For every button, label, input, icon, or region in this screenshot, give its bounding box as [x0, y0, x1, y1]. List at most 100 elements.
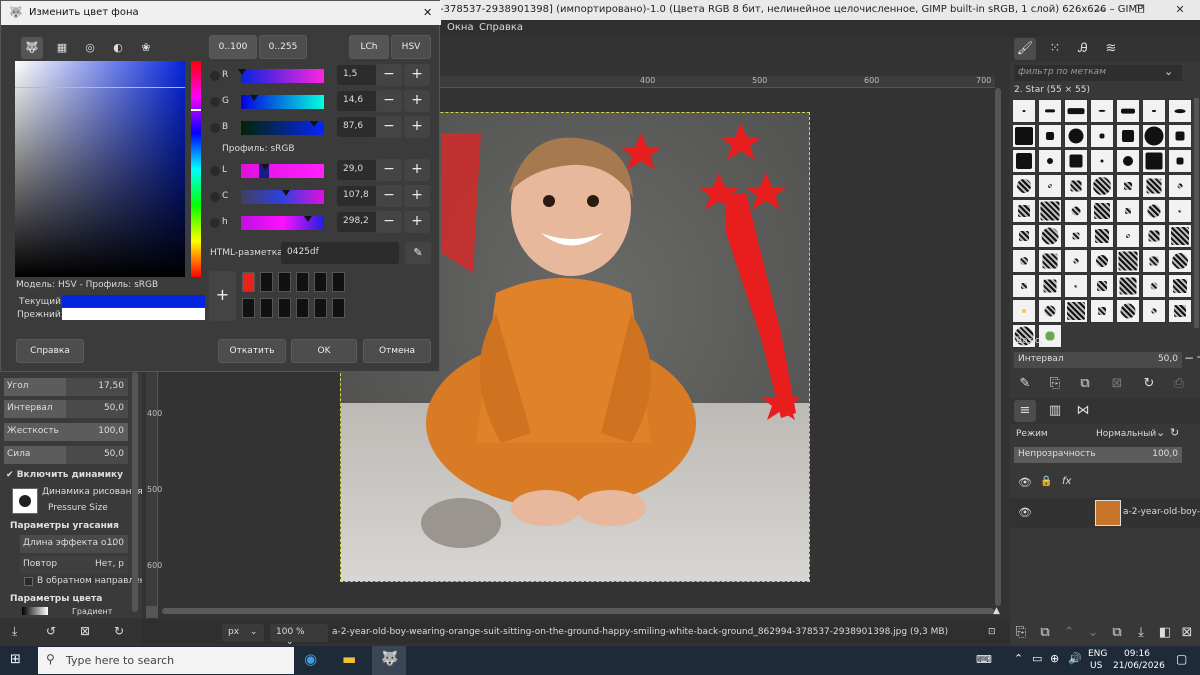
brush-thumbnail[interactable]	[1090, 99, 1114, 123]
c-increase-button[interactable]: +	[404, 185, 430, 207]
dynamics-preview-icon[interactable]	[12, 488, 38, 514]
minimize-button[interactable]: —	[1080, 0, 1120, 20]
windows-start-icon[interactable]: ⊞	[10, 652, 21, 667]
delete-layer-icon[interactable]: ⊠	[1176, 622, 1198, 644]
refresh-brushes-icon[interactable]: ↻	[1138, 373, 1160, 395]
brush-thumbnail[interactable]	[1116, 299, 1140, 323]
brush-thumbnail[interactable]	[1168, 199, 1192, 223]
zoom-select[interactable]: 100 % ⌄	[270, 624, 328, 647]
b-slider[interactable]	[241, 121, 324, 135]
notifications-icon[interactable]: ▢	[1176, 652, 1187, 666]
volume-icon[interactable]: 🔊	[1068, 652, 1082, 665]
dynamics-value[interactable]: Pressure Size	[48, 503, 108, 513]
brush-thumbnail[interactable]	[1090, 224, 1114, 248]
brush-thumbnail[interactable]	[1090, 249, 1114, 273]
history-swatch[interactable]	[278, 272, 291, 292]
brush-thumbnail[interactable]	[1012, 249, 1036, 273]
history-swatch[interactable]	[296, 272, 309, 292]
brush-thumbnail[interactable]	[1012, 124, 1036, 148]
patterns-tab-icon[interactable]: ⁙	[1044, 38, 1066, 60]
brush-thumbnail[interactable]	[1012, 149, 1036, 173]
navigate-icon[interactable]: ▲	[993, 606, 1003, 616]
taskbar-search[interactable]: ⚲ Type here to search	[38, 647, 294, 674]
history-swatch[interactable]	[332, 272, 345, 292]
history-swatch[interactable]	[314, 272, 327, 292]
reverse-checkbox[interactable]	[24, 577, 33, 586]
history-swatch[interactable]	[278, 298, 291, 318]
hsv-button[interactable]: HSV	[391, 35, 431, 59]
history-swatch[interactable]	[242, 298, 255, 318]
brush-thumbnail[interactable]	[1064, 274, 1088, 298]
g-slider[interactable]	[241, 95, 324, 109]
brush-thumbnail[interactable]	[1012, 224, 1036, 248]
r-value-field[interactable]: 1,5	[337, 65, 377, 85]
brush-thumbnail[interactable]	[1064, 174, 1088, 198]
brush-thumbnail[interactable]	[1142, 124, 1166, 148]
hue-strip[interactable]	[191, 61, 201, 277]
brush-thumbnail[interactable]	[1116, 274, 1140, 298]
interval-slider[interactable]: Интервал 50,0	[4, 400, 128, 418]
brush-thumbnail[interactable]	[1038, 174, 1062, 198]
channels-tab-icon[interactable]: ▥	[1044, 400, 1066, 422]
brush-thumbnail[interactable]	[1142, 174, 1166, 198]
brush-thumbnail[interactable]	[1038, 249, 1062, 273]
paths-tab-icon[interactable]: ⋈	[1072, 400, 1094, 422]
fade-length-field[interactable]: Длина эффекта о... 100	[20, 535, 128, 553]
increase-interval-icon[interactable]: +	[1196, 350, 1200, 364]
status-close-icon[interactable]: ⊡	[988, 627, 996, 637]
range-0-100-button[interactable]: 0..100	[209, 35, 257, 59]
delete-brush-icon[interactable]: ⊠	[1106, 373, 1128, 395]
brush-thumbnail[interactable]	[1142, 199, 1166, 223]
palette-tab-icon[interactable]: ❀	[135, 37, 157, 59]
r-radio[interactable]	[210, 71, 220, 81]
brush-thumbnail[interactable]	[1116, 249, 1140, 273]
brush-thumbnail[interactable]	[1064, 199, 1088, 223]
brush-thumbnail[interactable]	[1090, 174, 1114, 198]
force-slider[interactable]: Сила 50,0	[4, 446, 128, 464]
brush-thumbnail[interactable]	[1142, 224, 1166, 248]
delete-options-icon[interactable]: ⊠	[80, 624, 90, 638]
mode-select[interactable]: Нормальный	[1096, 429, 1156, 439]
brush-thumbnail[interactable]	[1168, 274, 1192, 298]
lock-icon[interactable]: 🔒	[1040, 476, 1052, 487]
brush-thumbnail[interactable]	[1116, 224, 1140, 248]
quick-mask-toggle[interactable]	[146, 606, 158, 618]
new-brush-icon[interactable]: ⎘	[1044, 373, 1066, 395]
l-increase-button[interactable]: +	[404, 159, 430, 181]
g-value-field[interactable]: 14,6	[337, 91, 377, 111]
tray-expand-icon[interactable]: ⌃	[1014, 652, 1023, 665]
help-button[interactable]: Справка	[16, 339, 84, 363]
c-decrease-button[interactable]: −	[376, 185, 402, 207]
brush-thumbnail[interactable]	[1116, 174, 1140, 198]
l-radio[interactable]	[210, 166, 220, 176]
brush-thumbnail[interactable]	[1168, 99, 1192, 123]
network-icon[interactable]: ⊕	[1050, 652, 1059, 665]
brush-thumbnail[interactable]	[1038, 149, 1062, 173]
document-history-tab-icon[interactable]: ≋	[1100, 38, 1122, 60]
brush-preset[interactable]: Basic,	[1016, 336, 1043, 346]
color-square[interactable]	[15, 61, 185, 277]
brush-thumbnail[interactable]	[1064, 299, 1088, 323]
h-radio[interactable]	[210, 218, 220, 228]
l-value-field[interactable]: 29,0	[337, 160, 377, 180]
brush-thumbnail[interactable]	[1064, 224, 1088, 248]
html-notation-input[interactable]: 0425df	[281, 242, 399, 264]
range-0-255-button[interactable]: 0..255	[259, 35, 307, 59]
ok-button[interactable]: OK	[291, 339, 357, 363]
new-layer-icon[interactable]: ⎘	[1010, 622, 1032, 644]
g-decrease-button[interactable]: −	[376, 90, 402, 112]
opacity-slider[interactable]: Непрозрачность 100,0	[1014, 447, 1182, 463]
cmyk-tab-icon[interactable]: ▦	[51, 37, 73, 59]
brush-thumbnail[interactable]	[1012, 99, 1036, 123]
language-top[interactable]: ENG	[1088, 649, 1107, 659]
gimp-selector-tab-icon[interactable]: 🐺	[21, 37, 43, 59]
r-decrease-button[interactable]: −	[376, 64, 402, 86]
raise-layer-icon[interactable]: ⌃	[1058, 622, 1080, 644]
layer-row[interactable]: 👁 a-2-year-old-boy-v	[1010, 498, 1200, 528]
r-increase-button[interactable]: +	[404, 64, 430, 86]
brush-thumbnail[interactable]	[1142, 99, 1166, 123]
brush-thumbnail[interactable]	[1142, 274, 1166, 298]
dialog-close-button[interactable]: ✕	[423, 6, 432, 19]
brush-thumbnail[interactable]	[1064, 99, 1088, 123]
unit-select[interactable]: px ⌄	[222, 624, 264, 642]
